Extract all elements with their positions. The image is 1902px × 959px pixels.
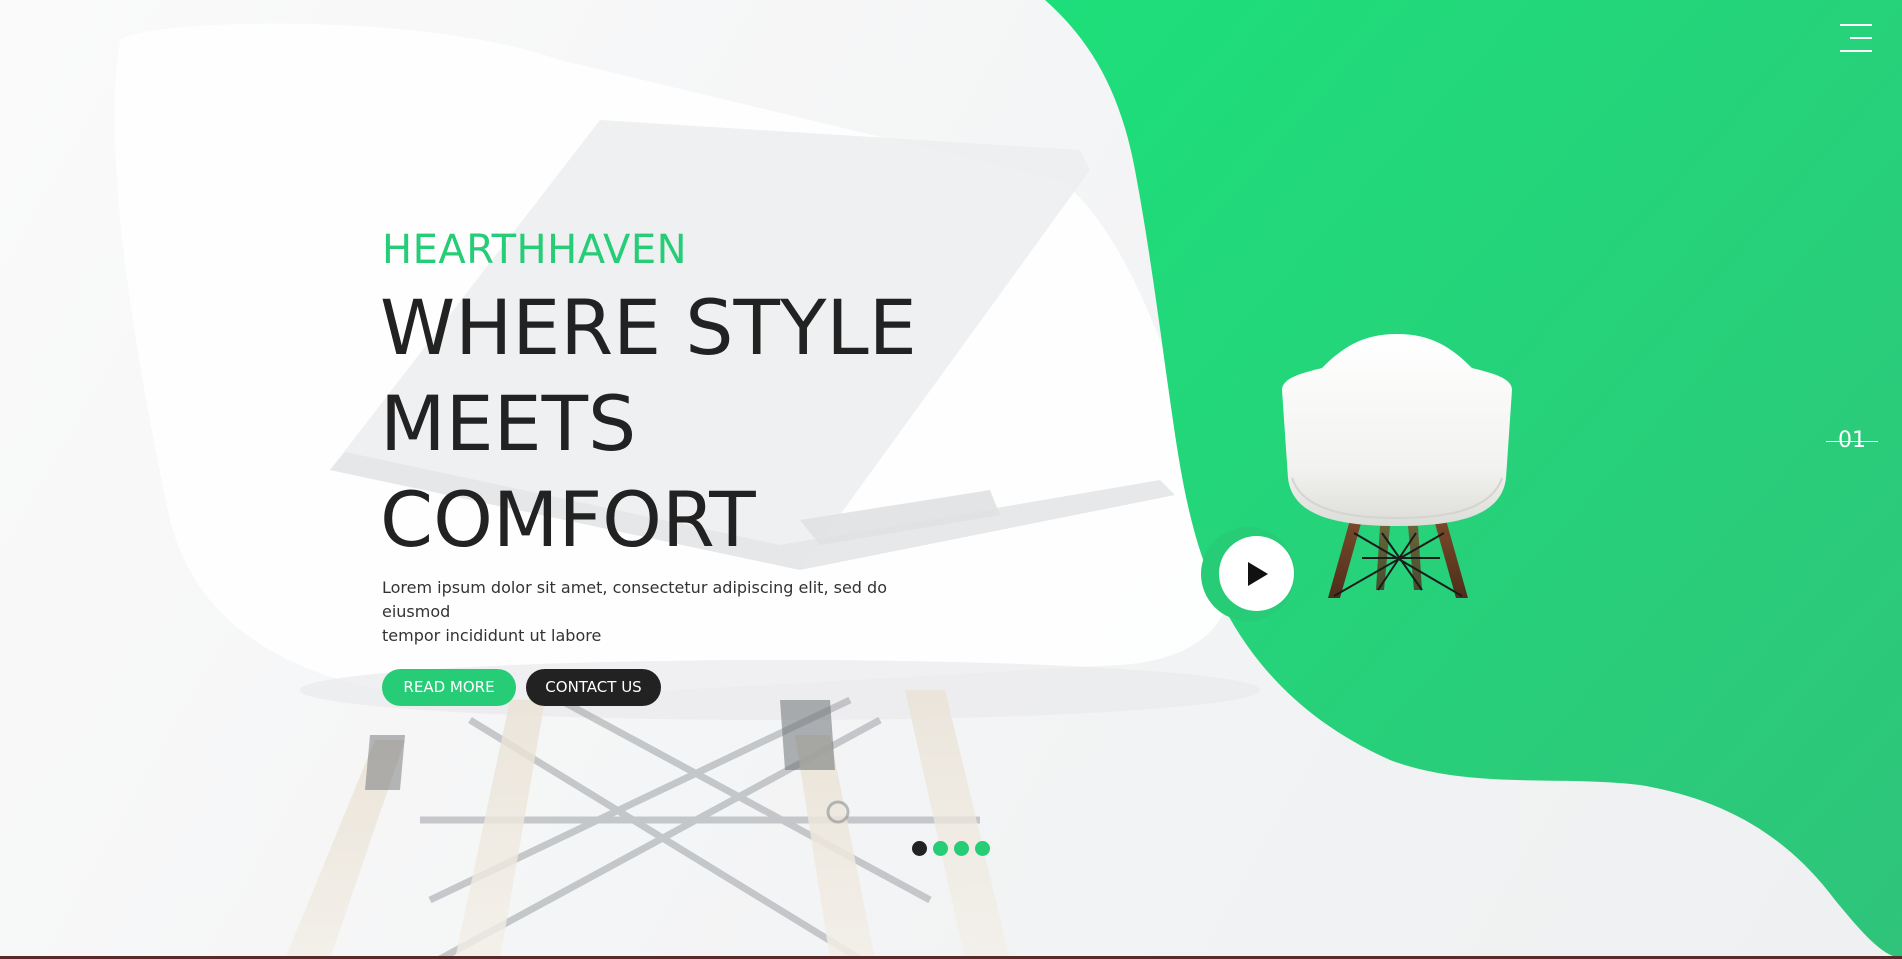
- menu-icon-middle-bar: [1850, 37, 1872, 39]
- description-line-1: Lorem ipsum dolor sit amet, consectetur …: [382, 578, 887, 621]
- menu-icon-bottom-bar: [1840, 50, 1872, 52]
- play-icon: [1248, 562, 1268, 586]
- play-video-button[interactable]: [1219, 536, 1294, 611]
- headline-line-2: MEETS: [380, 379, 637, 468]
- slide-number-text: 01: [1838, 428, 1866, 453]
- contact-us-button[interactable]: CONTACT US: [526, 669, 661, 706]
- pagination-dot-1[interactable]: [912, 841, 927, 856]
- pagination-dot-3[interactable]: [954, 841, 969, 856]
- menu-icon: [1840, 24, 1872, 26]
- chair-product-image: [1282, 334, 1512, 598]
- menu-button[interactable]: [1836, 24, 1872, 54]
- pagination-dot-2[interactable]: [933, 841, 948, 856]
- headline-line-3: COMFORT: [380, 475, 756, 564]
- brand-name: HEARTHHAVEN: [382, 227, 688, 273]
- headline-line-1: WHERE STYLE: [380, 283, 917, 372]
- slide-number: 01: [1826, 427, 1878, 457]
- description: Lorem ipsum dolor sit amet, consectetur …: [382, 576, 942, 648]
- hero-section: 01 HEARTHHAVEN WHERE STYLE MEETS COMFORT…: [0, 0, 1902, 959]
- description-line-2: tempor incididunt ut labore: [382, 626, 602, 645]
- headline: WHERE STYLE MEETS COMFORT: [380, 280, 1000, 568]
- pagination-dot-4[interactable]: [975, 841, 990, 856]
- read-more-button[interactable]: READ MORE: [382, 669, 516, 706]
